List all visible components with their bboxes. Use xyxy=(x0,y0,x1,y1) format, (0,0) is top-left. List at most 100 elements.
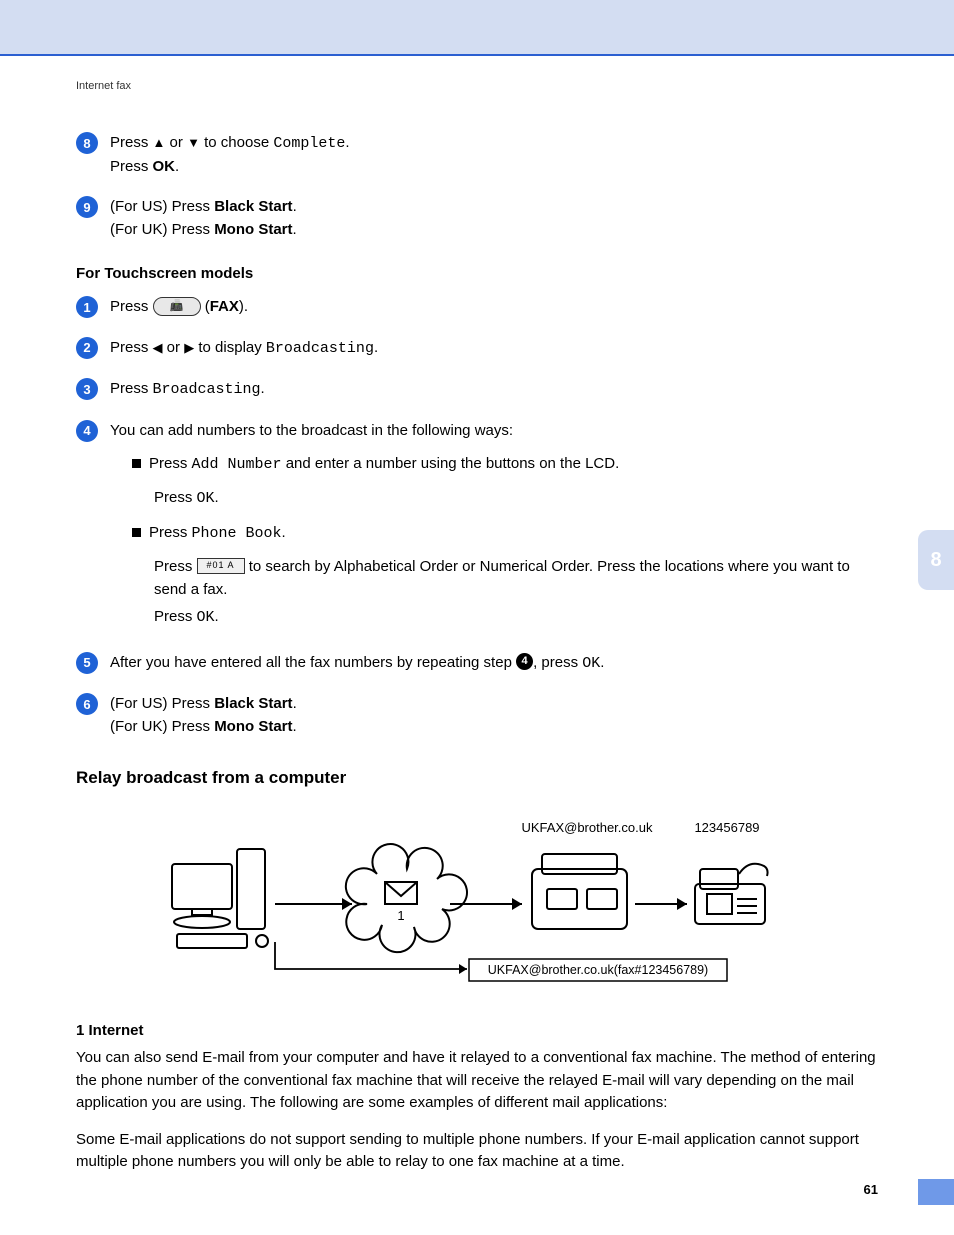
text: . xyxy=(374,339,378,356)
bullet-icon xyxy=(132,528,141,537)
text: or xyxy=(165,134,187,151)
step-badge: 6 xyxy=(76,693,98,715)
step-badge: 3 xyxy=(76,378,98,400)
code-text: Complete xyxy=(273,135,345,152)
step-badge: 5 xyxy=(76,652,98,674)
sub-line: Press OK. xyxy=(154,605,878,629)
text: to choose xyxy=(200,134,273,151)
text: . xyxy=(293,198,297,215)
key-label: FAX xyxy=(210,298,239,315)
step-badge: 4 xyxy=(76,420,98,442)
text: . xyxy=(215,608,219,625)
code-text: OK xyxy=(197,490,215,507)
section-header: Internet fax xyxy=(76,80,878,92)
text: . xyxy=(261,380,265,397)
text: or xyxy=(163,339,185,356)
code-text: Broadcasting xyxy=(266,340,374,357)
text: Press xyxy=(110,158,153,175)
code-text: OK xyxy=(582,655,600,672)
relay-diagram-icon: UKFAX@brother.co.uk 123456789 1 xyxy=(167,814,787,994)
text: Press xyxy=(110,380,153,397)
step-badge: 1 xyxy=(76,296,98,318)
diagram-legend: 1 Internet xyxy=(76,1022,878,1039)
touchscreen-heading: For Touchscreen models xyxy=(76,265,878,282)
down-arrow-icon: ▼ xyxy=(187,135,200,150)
text: (For US) Press xyxy=(110,198,214,215)
fax-button-icon: 📠 xyxy=(153,297,201,316)
key-label: Black Start xyxy=(214,198,292,215)
page-number: 61 xyxy=(864,1182,878,1197)
step-body: Press Broadcasting. xyxy=(110,378,878,402)
text: Press xyxy=(110,298,153,315)
page-corner-mark xyxy=(918,1179,954,1205)
key-label: Mono Start xyxy=(214,718,292,735)
text: Press xyxy=(110,134,153,151)
touch-step-3: 3 Press Broadcasting. xyxy=(76,378,878,402)
text: to display xyxy=(194,339,266,356)
text: . xyxy=(345,134,349,151)
step-body: Press 📠 (FAX). xyxy=(110,296,878,319)
step-body: Press ▲ or ▼ to choose Complete. Press O… xyxy=(110,132,878,178)
step-body: Press ◀ or ▶ to display Broadcasting. xyxy=(110,337,878,361)
text: . xyxy=(293,221,297,238)
text: . xyxy=(282,524,286,541)
step-badge: 2 xyxy=(76,337,98,359)
diagram-number-label: 123456789 xyxy=(694,820,759,835)
text: . xyxy=(215,489,219,506)
code-text: OK xyxy=(197,609,215,626)
diagram-email-label: UKFAX@brother.co.uk xyxy=(522,820,653,835)
text: , press xyxy=(533,654,582,671)
key-label: Mono Start xyxy=(214,221,292,238)
key-label: OK xyxy=(153,158,176,175)
paragraph: Some E-mail applications do not support … xyxy=(76,1129,878,1174)
diagram-caption: UKFAX@brother.co.uk(fax#123456789) xyxy=(488,963,708,977)
touch-step-4: 4 You can add numbers to the broadcast i… xyxy=(76,420,878,634)
cloud-label: 1 xyxy=(397,908,404,923)
step-body: (For US) Press Black Start. (For UK) Pre… xyxy=(110,693,878,738)
code-text: Phone Book xyxy=(192,525,282,542)
diagram: UKFAX@brother.co.uk 123456789 1 xyxy=(76,814,878,994)
text: and enter a number using the buttons on … xyxy=(282,455,620,472)
text: ). xyxy=(239,298,248,315)
text: After you have entered all the fax numbe… xyxy=(110,654,516,671)
text: . xyxy=(175,158,179,175)
touch-step-1: 1 Press 📠 (FAX). xyxy=(76,296,878,319)
up-arrow-icon: ▲ xyxy=(153,135,166,150)
step-8: 8 Press ▲ or ▼ to choose Complete. Press… xyxy=(76,132,878,178)
text: Press xyxy=(154,608,197,625)
page-content: Internet fax 8 Press ▲ or ▼ to choose Co… xyxy=(0,56,954,1174)
chapter-tab: 8 xyxy=(918,530,954,590)
code-text: Add Number xyxy=(192,456,282,473)
step-body: After you have entered all the fax numbe… xyxy=(110,652,878,676)
right-arrow-icon: ▶ xyxy=(184,340,194,355)
text: You can add numbers to the broadcast in … xyxy=(110,420,878,443)
left-arrow-icon: ◀ xyxy=(153,340,163,355)
text: (For UK) Press xyxy=(110,718,214,735)
sub-line: Press #01 A to search by Alphabetical Or… xyxy=(154,555,878,602)
touch-step-6: 6 (For US) Press Black Start. (For UK) P… xyxy=(76,693,878,738)
step-9: 9 (For US) Press Black Start. (For UK) P… xyxy=(76,196,878,241)
text: Press xyxy=(154,558,197,575)
text: . xyxy=(293,718,297,735)
code-text: Broadcasting xyxy=(153,381,261,398)
text: . xyxy=(600,654,604,671)
bullet-icon xyxy=(132,459,141,468)
text: Press xyxy=(149,524,192,541)
sub-bullet: Press Add Number and enter a number usin… xyxy=(132,452,878,476)
relay-heading: Relay broadcast from a computer xyxy=(76,768,878,788)
text: Press xyxy=(110,339,153,356)
step-badge: 9 xyxy=(76,196,98,218)
step-ref-badge: 4 xyxy=(516,653,533,670)
text: Press xyxy=(149,455,192,472)
sub-bullet: Press Phone Book. xyxy=(132,521,878,545)
text: to search by Alphabetical Order or Numer… xyxy=(154,558,850,598)
text: Press xyxy=(154,489,197,506)
step-badge: 8 xyxy=(76,132,98,154)
top-banner xyxy=(0,0,954,54)
paragraph: You can also send E-mail from your compu… xyxy=(76,1047,878,1115)
sub-line: Press OK. xyxy=(154,486,878,510)
step-body: You can add numbers to the broadcast in … xyxy=(110,420,878,634)
key-label: Black Start xyxy=(214,695,292,712)
text: (For UK) Press xyxy=(110,221,214,238)
text: (For US) Press xyxy=(110,695,214,712)
